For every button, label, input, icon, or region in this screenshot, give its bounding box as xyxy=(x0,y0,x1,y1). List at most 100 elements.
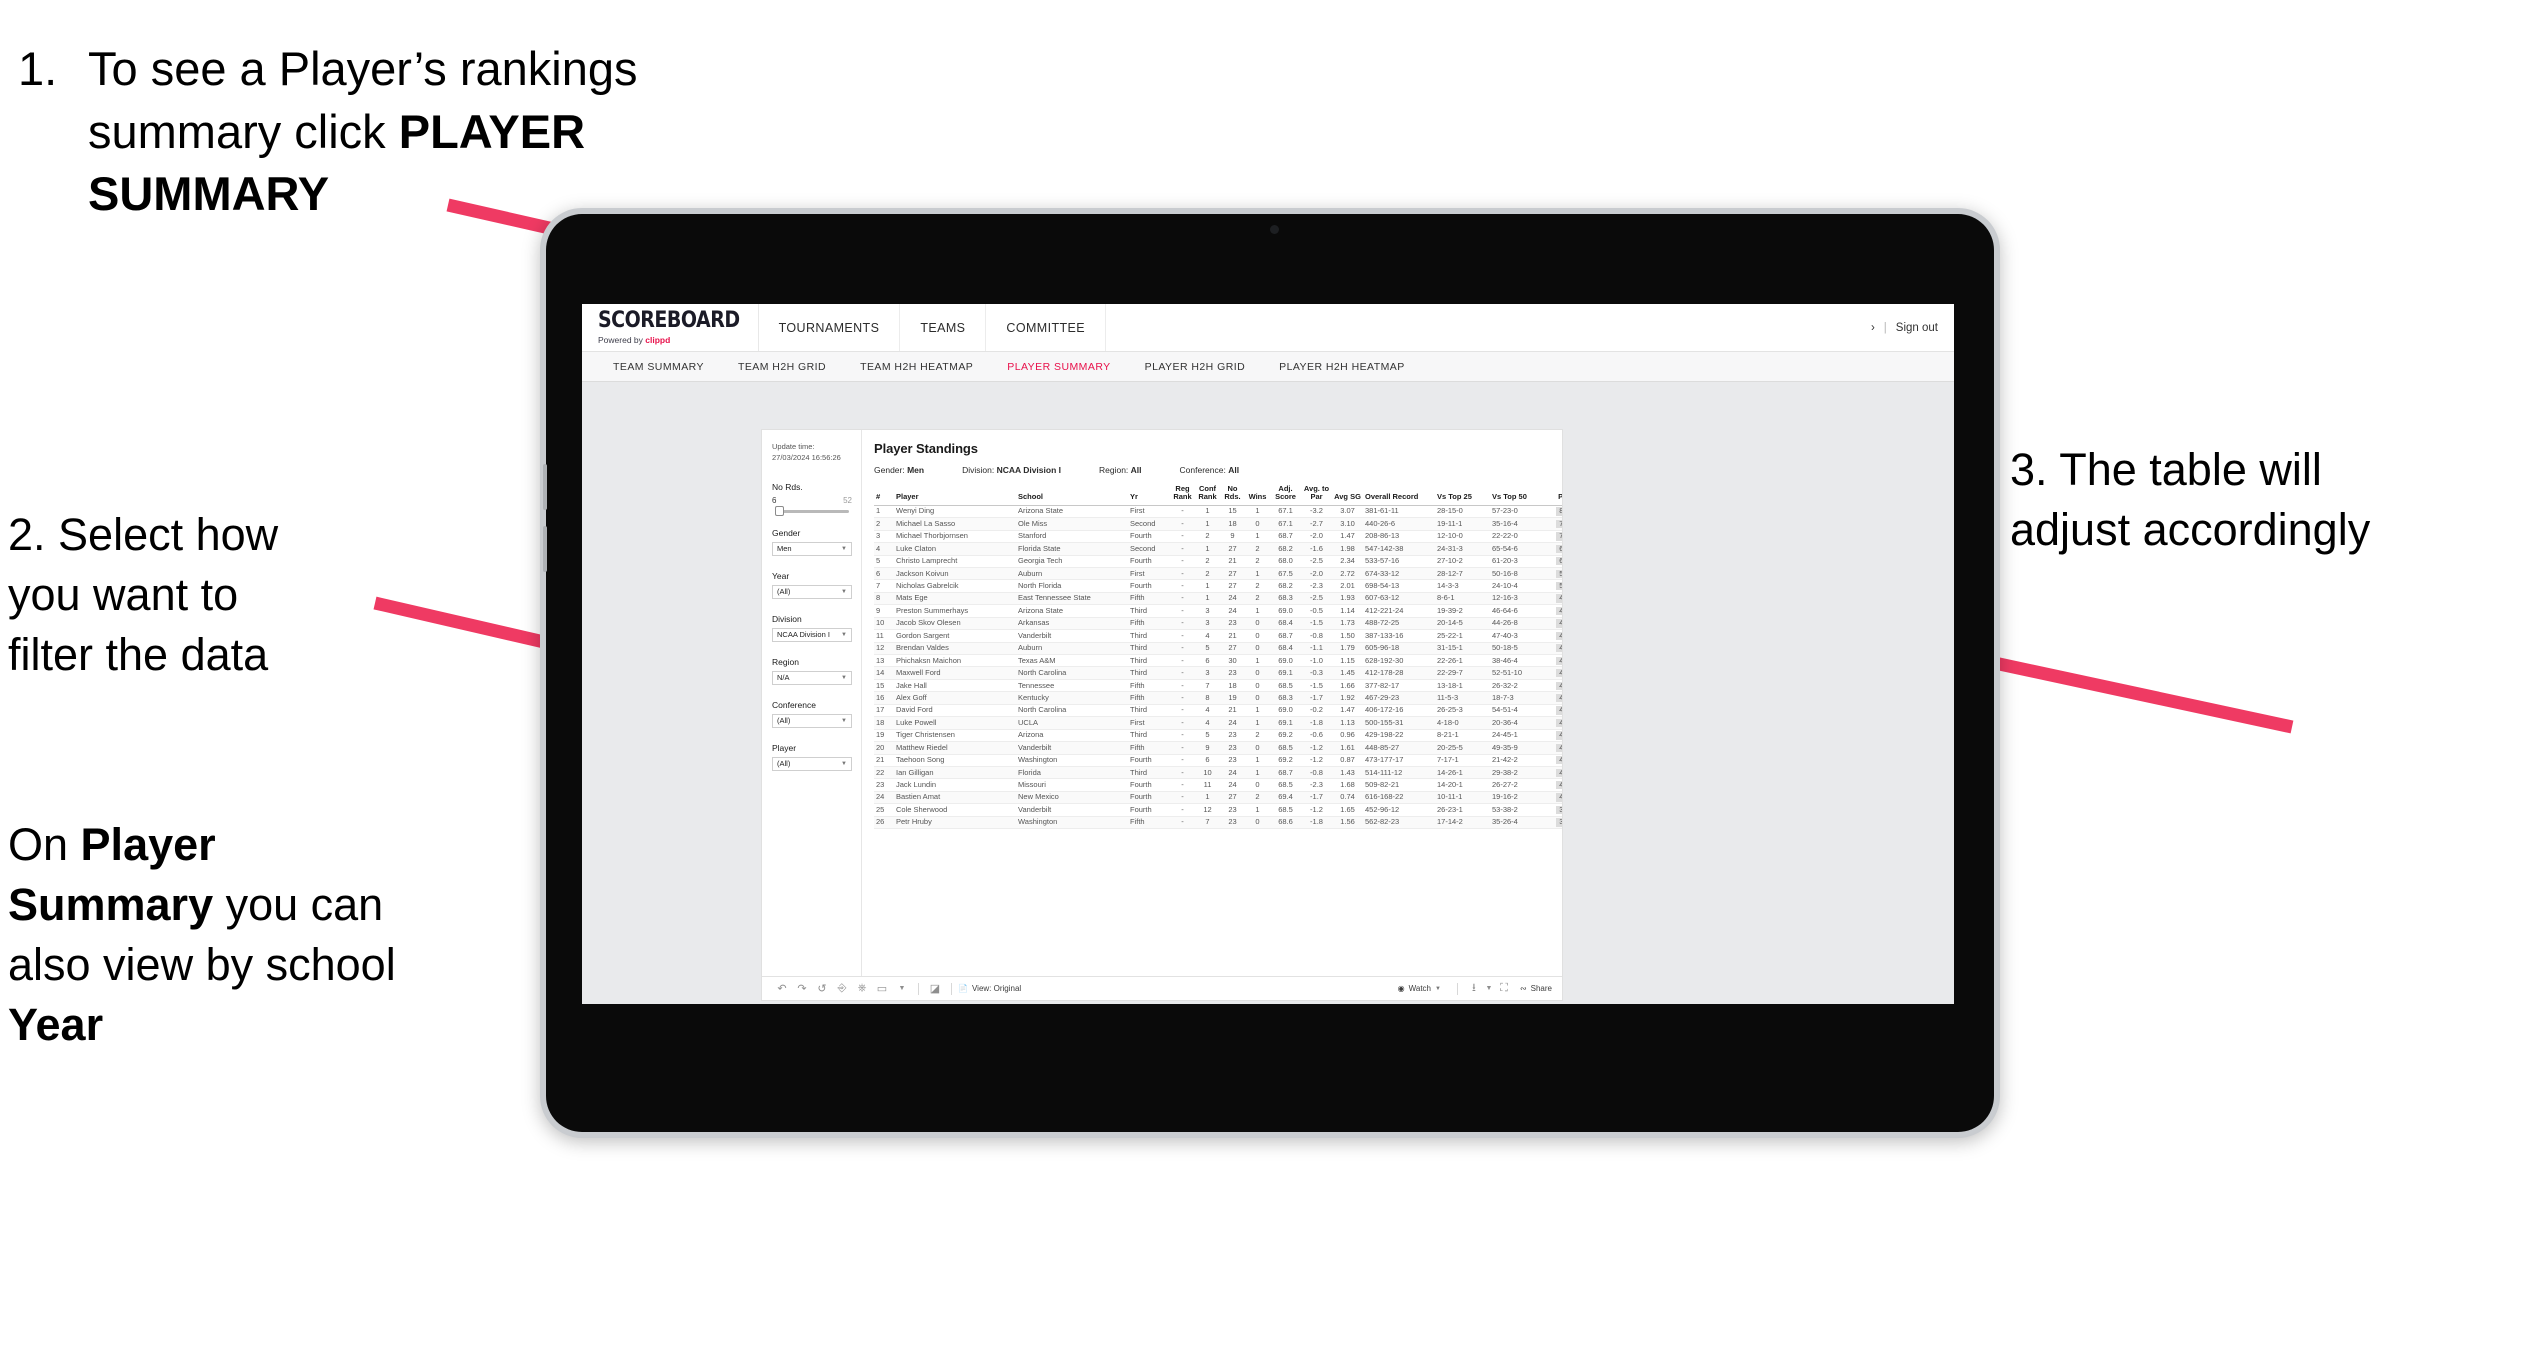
cell-player: Luke Powell xyxy=(894,716,1016,730)
undo-icon[interactable]: ↶ xyxy=(772,980,792,998)
col-yr[interactable]: Yr xyxy=(1128,485,1170,506)
cell-vs-top-50: 21-42-2 xyxy=(1490,754,1545,767)
table-row[interactable]: 1 Wenyi Ding Arizona State First -1 15 1 67.1 -3… xyxy=(874,505,1562,519)
redo-icon[interactable]: ↷ xyxy=(792,980,812,998)
tab-player-h2h-grid[interactable]: PLAYER H2H GRID xyxy=(1128,361,1263,373)
col-avg-sg[interactable]: Avg SG xyxy=(1332,485,1363,506)
table-row[interactable]: 12 Brendan Valdes Auburn Third -5 27 0 68.4 -1.1… xyxy=(874,642,1562,656)
revert-icon[interactable]: ↺ xyxy=(812,980,832,998)
col-avg-to-par[interactable]: Avg. to Par xyxy=(1301,484,1332,506)
table-row[interactable]: 8 Mats Ege East Tennessee State Fifth -1 24 2 6… xyxy=(874,592,1562,606)
filter-gender-select[interactable]: Men ▼ xyxy=(772,541,852,556)
share-button[interactable]: ∾ Share xyxy=(1520,984,1552,993)
table-row[interactable]: 3 Michael Thorbjornsen Stanford Fourth -2 9 1 6… xyxy=(874,530,1562,544)
cell-yr: Fifth xyxy=(1128,691,1170,705)
cell-avg-to-par: -0.2 xyxy=(1301,704,1332,718)
col-no-rds[interactable]: No Rds. xyxy=(1220,484,1245,506)
cell-wins: 0 xyxy=(1245,617,1270,631)
table-row[interactable]: 19 Tiger Christensen Arizona Third -5 23 2 69.2… xyxy=(874,729,1562,743)
filter-year-select[interactable]: (All) ▼ xyxy=(772,584,852,599)
filter-division-select[interactable]: NCAA Division I ▼ xyxy=(772,627,852,642)
slider-handle[interactable] xyxy=(775,506,784,517)
table-row[interactable]: 23 Jack Lundin Missouri Fourth -11 24 0 68.5 -2.… xyxy=(874,778,1562,792)
col-rank[interactable]: # xyxy=(874,485,894,506)
cell-vs-top-25: 25-22-1 xyxy=(1435,629,1490,643)
camera-icon xyxy=(1270,225,1279,234)
filter-region-select[interactable]: N/A ▼ xyxy=(772,670,852,685)
fullscreen-icon[interactable]: ⛶ xyxy=(1494,980,1514,998)
table-row[interactable]: 4 Luke Claton Florida State Second -1 27 2 68.2… xyxy=(874,542,1562,556)
table-row[interactable]: 15 Jake Hall Tennessee Fifth -7 18 0 68.5 -1.5 1.… xyxy=(874,679,1562,693)
col-points[interactable]: Points xyxy=(1545,485,1562,506)
cell-adj-score: 69.2 xyxy=(1270,754,1301,767)
tab-team-summary[interactable]: TEAM SUMMARY xyxy=(596,361,721,373)
chevron-down-icon: ▼ xyxy=(841,545,847,552)
tab-team-h2h-heatmap[interactable]: TEAM H2H HEATMAP xyxy=(843,361,990,373)
col-player[interactable]: Player xyxy=(894,485,1016,506)
cell-avg-to-par: -2.5 xyxy=(1301,592,1332,606)
cell-school: Vanderbilt xyxy=(1016,741,1128,755)
cell-avg-sg: 1.98 xyxy=(1332,542,1363,556)
filter-conference-select[interactable]: (All) ▼ xyxy=(772,713,852,728)
tab-team-h2h-grid[interactable]: TEAM H2H GRID xyxy=(721,361,843,373)
table-row[interactable]: 11 Gordon Sargent Vanderbilt Third -4 21 0 68.7… xyxy=(874,629,1562,643)
filter-year: Year (All) ▼ xyxy=(772,571,852,599)
cell-adj-score: 67.1 xyxy=(1270,505,1301,519)
table-row[interactable]: 13 Phichaksn Maichon Texas A&M Third -6 30 1 69… xyxy=(874,654,1562,668)
table-row[interactable]: 22 Ian Gilligan Florida Third -10 24 1 68.7 -0.8… xyxy=(874,766,1562,780)
custom-view-icon[interactable]: ▭ xyxy=(872,980,892,998)
tab-player-h2h-heatmap[interactable]: PLAYER H2H HEATMAP xyxy=(1262,361,1422,373)
cell-vs-top-50: 50-18-5 xyxy=(1490,642,1545,656)
cell-rank: 15 xyxy=(874,679,894,693)
cell-avg-sg: 1.14 xyxy=(1332,604,1363,618)
table-row[interactable]: 17 David Ford North Carolina Third -4 21 1 69.0… xyxy=(874,704,1562,718)
col-conf-rank[interactable]: Conf Rank xyxy=(1195,484,1220,506)
filter-player-select[interactable]: (All) ▼ xyxy=(772,756,852,771)
table-row[interactable]: 14 Maxwell Ford North Carolina Third -3 23 0 69… xyxy=(874,666,1562,680)
table-row[interactable]: 21 Taehoon Song Washington Fourth -6 23 1 69.2-… xyxy=(874,754,1562,767)
cell-overall-record: 381-61-11 xyxy=(1363,505,1435,519)
annotation-step-3-line1: 3. The table will xyxy=(2010,444,2322,495)
nav-committee[interactable]: COMMITTEE xyxy=(986,304,1106,351)
table-row[interactable]: 10 Jacob Skov Olesen Arkansas Fifth -3 23 0 68.… xyxy=(874,617,1562,631)
nav-teams[interactable]: TEAMS xyxy=(900,304,987,351)
table-row[interactable]: 20 Matthew Riedel Vanderbilt Fifth -9 23 0 68.5… xyxy=(874,741,1562,755)
user-menu-chevron-icon[interactable]: › xyxy=(1871,322,1875,334)
col-reg-rank[interactable]: Reg Rank xyxy=(1170,484,1195,506)
col-wins[interactable]: Wins xyxy=(1245,485,1270,506)
refresh-icon[interactable]: ⎆ xyxy=(832,980,852,998)
table-row[interactable]: 9 Preston Summerhays Arizona State Third -3 2… xyxy=(874,604,1562,618)
sign-out-link[interactable]: Sign out xyxy=(1896,322,1938,334)
slider-track[interactable] xyxy=(775,506,849,517)
table-row[interactable]: 2 Michael La Sasso Ole Miss Second -1 18 0 67.1… xyxy=(874,517,1562,531)
nav-tournaments[interactable]: TOURNAMENTS xyxy=(759,304,901,351)
table-row[interactable]: 16 Alex Goff Kentucky Fifth -8 19 0 68.3 -1.7 1.9… xyxy=(874,691,1562,705)
col-vs-top-25[interactable]: Vs Top 25 xyxy=(1435,485,1490,506)
pause-updates-icon[interactable]: ⎈ xyxy=(852,980,872,998)
app-logo[interactable]: SCOREBOARD Powered by clippd xyxy=(582,304,759,351)
table-row[interactable]: 7 Nicholas Gabrelcik North Florida Fourth -1… xyxy=(874,579,1562,593)
tab-player-summary[interactable]: PLAYER SUMMARY xyxy=(990,361,1127,373)
col-vs-top-50[interactable]: Vs Top 50 xyxy=(1490,485,1545,506)
table-row[interactable]: 6 Jackson Koivun Auburn First -2 27 1 67.5 -2.0 2… xyxy=(874,567,1562,581)
table-row[interactable]: 26 Petr Hruby Washington Fifth -7 23 0 68.6 -1.8… xyxy=(874,816,1562,830)
download-icon[interactable]: ⭳ xyxy=(1464,980,1484,998)
table-row[interactable]: 5 Christo Lamprecht Georgia Tech Fourth -2 21… xyxy=(874,555,1562,568)
table-row[interactable]: 25 Cole Sherwood Vanderbilt Fourth -12 23 1 68.… xyxy=(874,803,1562,817)
chevron-down-icon[interactable]: ▼ xyxy=(1484,980,1494,998)
slider-max-value: 52 xyxy=(843,495,852,505)
table-row[interactable]: 18 Luke Powell UCLA First -4 24 1 69.1 -1.8 1.13 5… xyxy=(874,716,1562,730)
table-row[interactable]: 24 Bastien Amat New Mexico Fourth -1 27 2 69.4-… xyxy=(874,791,1562,805)
col-adj-score[interactable]: Adj. Score xyxy=(1270,484,1301,506)
cell-no-rds: 23 xyxy=(1220,666,1245,680)
watch-button[interactable]: ◉ Watch ▼ xyxy=(1398,984,1441,993)
view-original-button[interactable]: 📄 View: Original xyxy=(958,984,1021,993)
cell-vs-top-25: 22-26-1 xyxy=(1435,654,1490,668)
chevron-down-icon[interactable]: ▼ xyxy=(892,980,912,998)
col-school[interactable]: School xyxy=(1016,485,1128,506)
col-overall-record[interactable]: Overall Record xyxy=(1363,485,1435,506)
cell-player: Gordon Sargent xyxy=(894,629,1016,643)
cell-avg-sg: 1.79 xyxy=(1332,642,1363,656)
alert-icon[interactable]: ◪ xyxy=(925,980,945,998)
filter-region-label: Region xyxy=(772,656,799,667)
